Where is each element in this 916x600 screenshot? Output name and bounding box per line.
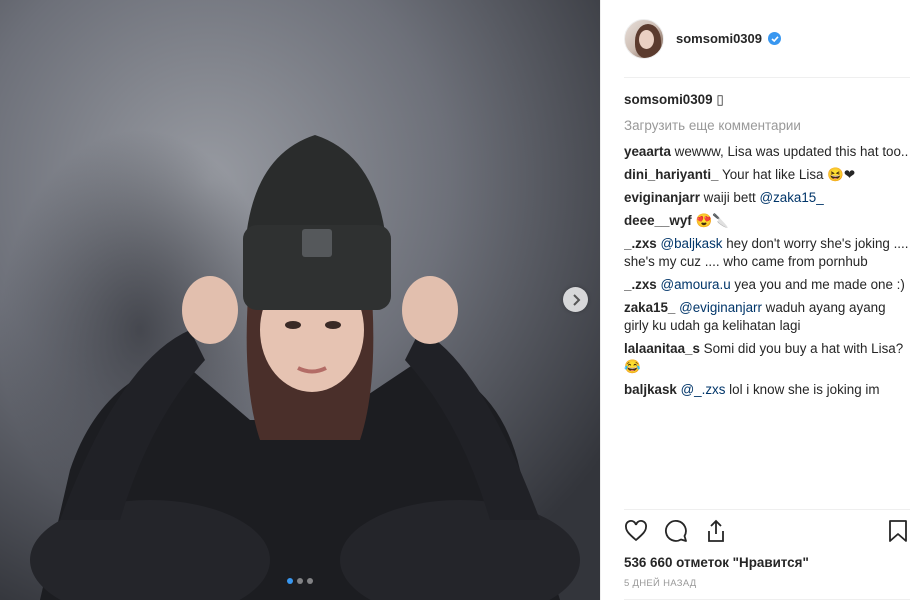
caption-username[interactable]: somsomi0309 xyxy=(624,92,713,107)
share-icon[interactable] xyxy=(704,519,728,543)
comment-icon[interactable] xyxy=(664,519,688,543)
carousel-dot-3 xyxy=(307,578,313,584)
comment-mention-link[interactable]: @eviginanjarr xyxy=(679,300,762,315)
carousel-indicator xyxy=(0,578,600,584)
comment-text: wewww, Lisa was updated this hat too.. xyxy=(674,144,909,159)
comment-mention-link[interactable]: @baljkask xyxy=(661,236,723,251)
comments-section: somsomi0309 ▯ Загрузить еще комментарии … xyxy=(601,78,916,509)
comment-username[interactable]: eviginanjarr xyxy=(624,190,700,205)
comment-item: dini_hariyanti_ Your hat like Lisa 😆❤ xyxy=(624,166,910,184)
comment-list: yeaarta wewww, Lisa was updated this hat… xyxy=(624,143,910,399)
comment-username[interactable]: _.zxs xyxy=(624,277,657,292)
chevron-right-icon xyxy=(572,293,580,306)
comment-text-tail: yea you and me made one :) xyxy=(730,277,905,292)
action-bar xyxy=(624,509,910,545)
comment-mention-link[interactable]: @amoura.u xyxy=(661,277,731,292)
comment-item: _.zxs @baljkask hey don't worry she's jo… xyxy=(624,235,910,271)
instagram-post: somsomi0309 somsomi0309 ▯ Загрузить еще … xyxy=(0,0,916,600)
comments-scroll[interactable]: somsomi0309 ▯ Загрузить еще комментарии … xyxy=(624,91,910,447)
comment-text: waiji bett xyxy=(703,190,760,205)
bookmark-icon[interactable] xyxy=(886,519,910,543)
comment-username[interactable]: yeaarta xyxy=(624,144,671,159)
comment-username[interactable]: dini_hariyanti_ xyxy=(624,167,719,182)
heart-icon[interactable] xyxy=(624,519,648,543)
author-username[interactable]: somsomi0309 xyxy=(676,31,762,46)
comment-item: eviginanjarr waiji bett @zaka15_ xyxy=(624,189,910,207)
comment-item: zaka15_ @eviginanjarr waduh ayang ayang … xyxy=(624,299,910,335)
comment-username[interactable]: zaka15_ xyxy=(624,300,675,315)
comment-username[interactable]: _.zxs xyxy=(624,236,657,251)
likes-count[interactable]: 536 660 отметок "Нравится" xyxy=(624,555,910,570)
comment-mention-link[interactable]: @_.zxs xyxy=(681,382,726,397)
comment-mention-link[interactable]: @zaka15_ xyxy=(759,190,823,205)
comment-text: Your hat like Lisa 😆❤ xyxy=(722,167,856,182)
comment-username[interactable]: baljkask xyxy=(624,382,677,397)
carousel-dot-2 xyxy=(297,578,303,584)
comment-username[interactable]: deee__wyf xyxy=(624,213,692,228)
carousel-dot-1 xyxy=(287,578,293,584)
avatar[interactable] xyxy=(624,18,664,59)
comment-text: 😍🔪 xyxy=(695,213,729,228)
post-side-panel: somsomi0309 somsomi0309 ▯ Загрузить еще … xyxy=(600,0,916,600)
verified-icon xyxy=(768,32,781,45)
caption-text: ▯ xyxy=(716,92,724,107)
comment-item: yeaarta wewww, Lisa was updated this hat… xyxy=(624,143,910,161)
comment-item: lalaanitaa_s Somi did you buy a hat with… xyxy=(624,340,910,376)
load-more-comments-button[interactable]: Загрузить еще комментарии xyxy=(624,117,910,135)
comment-text-tail: lol i know she is joking im xyxy=(725,382,880,397)
post-photo[interactable] xyxy=(0,0,600,600)
comment-username[interactable]: lalaanitaa_s xyxy=(624,341,700,356)
carousel-next-button[interactable] xyxy=(563,287,588,312)
photo-illustration xyxy=(0,0,600,600)
caption: somsomi0309 ▯ xyxy=(624,91,910,109)
post-header: somsomi0309 xyxy=(624,0,910,78)
comment-item: baljkask @_.zxs lol i know she is joking… xyxy=(624,381,910,399)
post-timestamp[interactable]: 5 дней назад xyxy=(624,578,910,589)
comment-item: deee__wyf 😍🔪 xyxy=(624,212,910,230)
comment-item: _.zxs @amoura.u yea you and me made one … xyxy=(624,276,910,294)
